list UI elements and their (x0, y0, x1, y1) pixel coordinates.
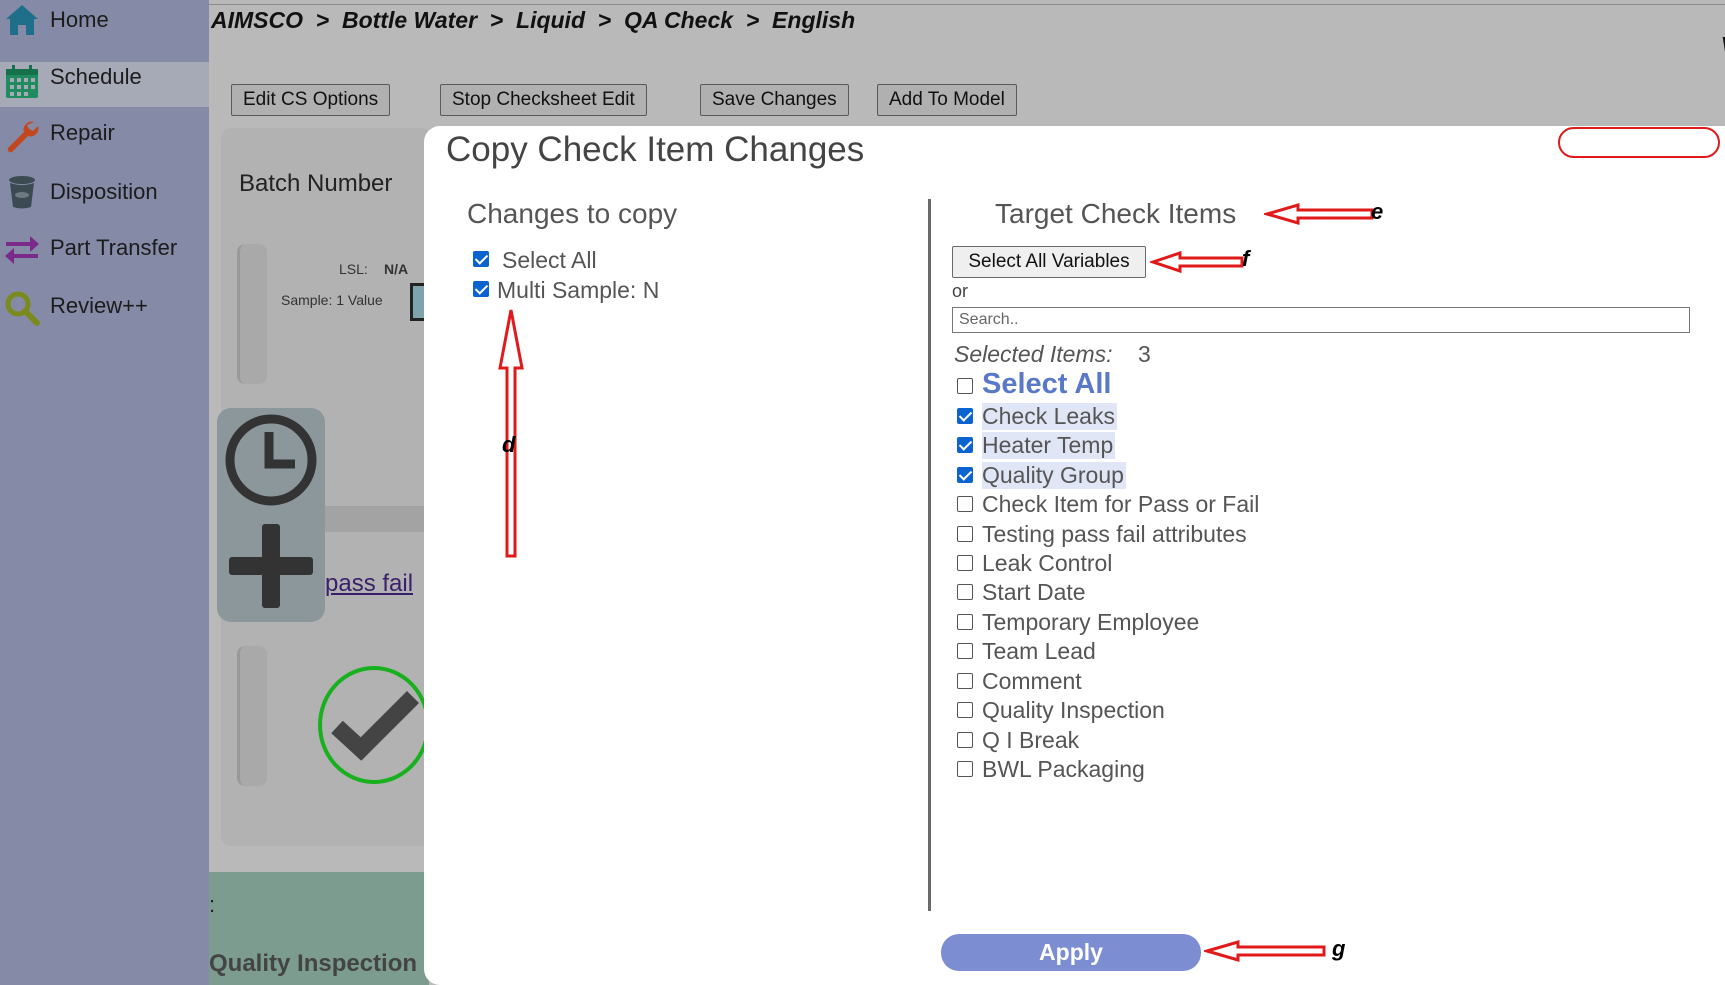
copy-check-item-changes-dialog: Copy Check Item Changes Changes to copy … (424, 126, 1725, 985)
leak-control-label: Leak Control (982, 550, 1113, 576)
check-item-pass-fail-label: Check Item for Pass or Fail (982, 491, 1260, 517)
add-to-model-button[interactable]: Add To Model (877, 84, 1017, 116)
target-check-items-title: Target Check Items (995, 198, 1237, 229)
pass-fail-link[interactable]: pass fail (325, 570, 413, 598)
annotation-f: f (1242, 246, 1250, 271)
annotation-arrow-left-icon (1150, 250, 1244, 274)
lsl-label: LSL: (339, 261, 368, 277)
sidebar-item-review[interactable]: Review++ (0, 282, 209, 327)
comment-checkbox[interactable] (957, 673, 973, 689)
search-input[interactable] (952, 307, 1690, 333)
quality-inspection-label: Quality Inspection (982, 697, 1165, 723)
multi-sample-label: Multi Sample: N (497, 277, 660, 303)
temporary-employee-label: Temporary Employee (982, 609, 1200, 635)
sidebar-item-disposition[interactable]: Disposition (0, 168, 209, 213)
quality-group-label: Quality Group (982, 462, 1126, 489)
check-item-pass-fail-checkbox[interactable] (957, 496, 973, 512)
top-divider (209, 4, 1725, 5)
sidebar-item-label: Part Transfer (50, 235, 178, 260)
selected-items-count: 3 (1138, 341, 1151, 367)
select-all-variables-button[interactable]: Select All Variables (952, 246, 1146, 278)
sidebar-item-repair[interactable]: Repair (0, 114, 209, 159)
bwl-packaging-checkbox[interactable] (957, 761, 973, 777)
annotation-d: d (502, 432, 516, 457)
header-fragment: V (1721, 34, 1725, 57)
stop-checksheet-edit-button[interactable]: Stop Checksheet Edit (440, 84, 647, 116)
trash-bin-icon (9, 176, 35, 209)
heater-temp-checkbox[interactable] (957, 437, 973, 453)
check-leaks-label: Check Leaks (982, 403, 1117, 430)
save-changes-button[interactable]: Save Changes (700, 84, 849, 116)
field-colon: : (209, 892, 216, 917)
annotation-g: g (1332, 936, 1346, 961)
qi-break-checkbox[interactable] (957, 732, 973, 748)
column-divider (928, 199, 931, 911)
check-circle-icon[interactable] (317, 665, 431, 785)
target-select-all-label: Select All (982, 368, 1112, 400)
leak-control-checkbox[interactable] (957, 555, 973, 571)
sample-label: Sample: 1 Value (281, 292, 383, 308)
calendar-icon (6, 65, 38, 98)
quality-inspection-label: Quality Inspection (209, 950, 418, 977)
sidebar-item-label: Schedule (50, 64, 142, 89)
testing-pass-fail-checkbox[interactable] (957, 526, 973, 542)
wrench-icon (7, 121, 39, 153)
temporary-employee-checkbox[interactable] (957, 614, 973, 630)
changes-to-copy-title: Changes to copy (467, 198, 678, 229)
team-lead-checkbox[interactable] (957, 643, 973, 659)
sidebar-item-label: Disposition (50, 179, 158, 204)
clock-icon[interactable] (223, 412, 319, 508)
lsl-value: N/A (384, 261, 409, 277)
quality-inspection-checkbox[interactable] (957, 702, 973, 718)
check-leaks-checkbox[interactable] (957, 408, 973, 424)
edit-cs-options-button[interactable]: Edit CS Options (231, 84, 391, 116)
quality-group-checkbox[interactable] (957, 467, 973, 483)
annotation-arrow-left-icon (1204, 940, 1326, 962)
batch-number-label: Batch Number (239, 170, 393, 197)
sidebar-item-home[interactable]: Home (0, 0, 209, 45)
sidebar: Home Schedule Repair Disposition Part Tr… (0, 0, 209, 985)
testing-pass-fail-label: Testing pass fail attributes (982, 521, 1247, 547)
comment-label: Comment (982, 668, 1082, 694)
or-label: or (952, 281, 969, 301)
heater-temp-label: Heater Temp (982, 432, 1116, 459)
item-card (237, 244, 267, 384)
sidebar-item-label: Review++ (50, 293, 148, 318)
bwl-packaging-label: BWL Packaging (982, 756, 1145, 782)
annotation-arrow-left-icon (1264, 203, 1374, 225)
tool-panel (217, 408, 325, 622)
qi-break-label: Q I Break (982, 727, 1080, 753)
item-card (237, 646, 267, 786)
transfer-arrows-icon (5, 236, 39, 264)
multi-sample-checkbox[interactable] (473, 281, 489, 297)
breadcrumb: AIMSCO > Bottle Water > Liquid > QA Chec… (211, 7, 856, 33)
annotation-e: e (1371, 199, 1384, 224)
sidebar-item-label: Repair (50, 120, 115, 145)
start-date-label: Start Date (982, 579, 1086, 605)
sidebar-item-label: Home (50, 7, 109, 32)
dialog-title: Copy Check Item Changes (446, 130, 865, 169)
target-select-all-checkbox[interactable] (957, 378, 973, 394)
plus-icon[interactable] (227, 522, 315, 610)
changes-select-all-label: Select All (502, 247, 597, 273)
sidebar-item-schedule[interactable]: Schedule (0, 62, 209, 107)
magnifier-icon (5, 291, 40, 326)
home-icon (6, 5, 38, 35)
selected-items-label: Selected Items: (954, 341, 1113, 367)
apply-button[interactable]: Apply (941, 934, 1201, 971)
team-lead-label: Team Lead (982, 638, 1096, 664)
changes-select-all-checkbox[interactable] (473, 251, 489, 267)
close-button-highlight[interactable] (1558, 127, 1720, 158)
start-date-checkbox[interactable] (957, 584, 973, 600)
sidebar-item-part-transfer[interactable]: Part Transfer (0, 226, 209, 271)
